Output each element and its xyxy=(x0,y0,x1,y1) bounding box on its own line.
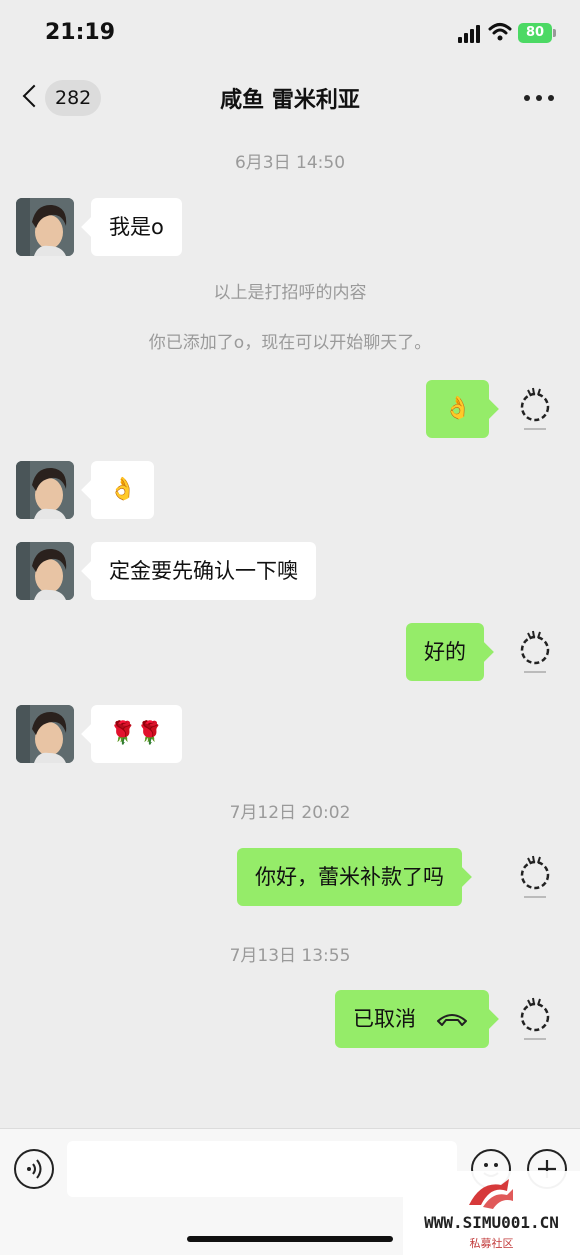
timestamp: 7月13日 13:55 xyxy=(229,946,351,966)
message-bubble[interactable]: 我是o xyxy=(91,198,182,256)
my-avatar[interactable] xyxy=(506,848,564,906)
battery-icon: 80 xyxy=(518,23,556,43)
message-bubble[interactable]: 🌹🌹 xyxy=(91,705,182,763)
message-bubble[interactable]: 定金要先确认一下噢 xyxy=(91,542,316,600)
message-bubble[interactable]: 👌 xyxy=(426,380,490,438)
status-bar: 21:19 80 xyxy=(0,0,580,68)
call-status-text: 已取消 xyxy=(353,1007,416,1031)
signal-icon xyxy=(458,25,482,43)
watermark-subtitle: 私募社区 xyxy=(469,1237,514,1250)
phone-hangup-icon xyxy=(437,1014,467,1026)
watermark: WWW.SIMU001.CN 私募社区 xyxy=(403,1171,580,1255)
message-bubble[interactable]: 👌 xyxy=(91,461,155,519)
contact-avatar[interactable] xyxy=(16,705,74,763)
home-indicator xyxy=(187,1236,393,1242)
message-bubble[interactable]: 你好，蕾米补款了吗 xyxy=(237,848,462,906)
timestamp: 6月3日 14:50 xyxy=(234,153,346,173)
chevron-left-icon xyxy=(22,84,46,108)
system-message: 以上是打招呼的内容 xyxy=(213,283,367,303)
voice-input-button[interactable] xyxy=(14,1149,54,1189)
timestamp: 7月12日 20:02 xyxy=(229,803,351,823)
system-message: 你已添加了o，现在可以开始聊天了。 xyxy=(148,333,432,353)
wifi-icon xyxy=(488,23,512,41)
status-time: 21:19 xyxy=(45,20,116,45)
watermark-logo xyxy=(469,1179,513,1209)
contact-avatar[interactable] xyxy=(16,198,74,256)
chat-area[interactable]: 6月3日 14:50 我是o 以上是打招呼的内容 你已添加了o，现在可以开始聊天… xyxy=(0,128,580,1128)
message-bubble[interactable]: 好的 xyxy=(406,623,484,681)
contact-avatar[interactable] xyxy=(16,542,74,600)
nav-bar: 282 咸鱼 雷米利亚 xyxy=(0,68,580,128)
voice-icon xyxy=(27,1159,42,1179)
call-record-bubble[interactable]: 已取消 xyxy=(335,990,489,1048)
watermark-url: WWW.SIMU001.CN xyxy=(424,1213,559,1232)
my-avatar[interactable] xyxy=(506,623,564,681)
message-input[interactable] xyxy=(67,1141,457,1197)
my-avatar[interactable] xyxy=(506,990,564,1048)
chat-title: 咸鱼 雷米利亚 xyxy=(220,88,360,113)
more-options-icon[interactable] xyxy=(524,95,554,103)
contact-avatar[interactable] xyxy=(16,461,74,519)
my-avatar[interactable] xyxy=(506,380,564,438)
